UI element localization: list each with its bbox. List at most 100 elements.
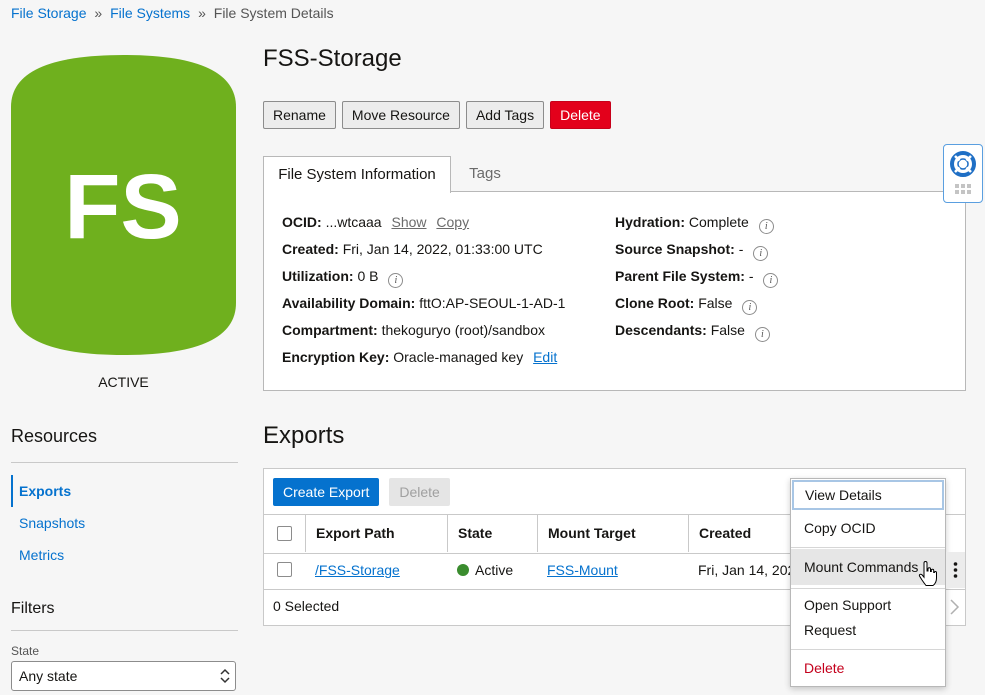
move-resource-button[interactable]: Move Resource <box>341 101 460 129</box>
parent-file-system-label: Parent File System: <box>615 268 745 284</box>
ocid-show-link[interactable]: Show <box>391 214 426 230</box>
resources-item-snapshots[interactable]: Snapshots <box>11 507 238 539</box>
created-value: Fri, Jan 14, 2022, 01:33:00 UTC <box>342 241 543 257</box>
active-status-icon <box>457 564 469 576</box>
column-mount-target[interactable]: Mount Target <box>537 515 688 552</box>
encryption-key-value: Oracle-managed key <box>393 349 524 365</box>
ocid-label: OCID: <box>282 214 322 230</box>
encryption-key-label: Encryption Key: <box>282 349 390 365</box>
ocid-copy-link[interactable]: Copy <box>436 214 469 230</box>
breadcrumb-file-storage[interactable]: File Storage <box>11 5 86 21</box>
compartment-label: Compartment: <box>282 322 378 338</box>
descendants-row: Descendants: False i <box>615 322 770 342</box>
descendants-value: False <box>710 322 745 338</box>
menu-view-details[interactable]: View Details <box>792 480 944 510</box>
info-icon[interactable]: i <box>753 246 769 261</box>
hydration-label: Hydration: <box>615 214 685 230</box>
state-filter-select[interactable]: Any state <box>11 661 236 691</box>
column-export-path[interactable]: Export Path <box>305 515 447 552</box>
breadcrumb-current: File System Details <box>213 5 334 21</box>
clone-root-row: Clone Root: False i <box>615 295 758 315</box>
breadcrumb: File Storage » File Systems » File Syste… <box>11 5 334 21</box>
resources-item-metrics[interactable]: Metrics <box>11 539 238 571</box>
tab-tags[interactable]: Tags <box>451 156 519 192</box>
selected-count: 0 Selected <box>273 598 340 614</box>
menu-separator <box>791 649 945 650</box>
compartment-row: Compartment: thekoguryo (root)/sandbox <box>282 322 545 338</box>
file-system-badge-icon: FS <box>11 55 236 355</box>
file-system-info-panel: OCID: ...wtcaaa Show Copy Created: Fri, … <box>263 191 966 391</box>
clone-root-value: False <box>698 295 733 311</box>
menu-open-support-request[interactable]: Open Support Request <box>791 593 945 643</box>
state-filter-label: State <box>11 644 40 658</box>
hydration-row: Hydration: Complete i <box>615 214 774 234</box>
state-cell: Active <box>447 552 513 588</box>
add-tags-button[interactable]: Add Tags <box>465 101 545 129</box>
info-icon[interactable]: i <box>754 327 770 342</box>
parent-file-system-row: Parent File System: - i <box>615 268 779 288</box>
ocid-row: OCID: ...wtcaaa Show Copy <box>282 214 469 230</box>
info-icon[interactable]: i <box>388 273 404 288</box>
compartment-value: thekoguryo (root)/sandbox <box>381 322 545 338</box>
column-state[interactable]: State <box>447 515 537 552</box>
badge-text: FS <box>64 156 182 258</box>
action-bar: Rename Move Resource Add Tags Delete <box>263 101 611 129</box>
descendants-label: Descendants: <box>615 322 707 338</box>
help-widget[interactable] <box>943 144 983 203</box>
info-icon[interactable]: i <box>742 300 758 315</box>
hand-cursor-icon <box>918 561 937 586</box>
utilization-label: Utilization: <box>282 268 354 284</box>
rename-button[interactable]: Rename <box>263 101 336 129</box>
menu-separator <box>791 588 945 589</box>
info-icon[interactable]: i <box>758 219 774 234</box>
clone-root-label: Clone Root: <box>615 295 695 311</box>
created-row: Created: Fri, Jan 14, 2022, 01:33:00 UTC <box>282 241 543 257</box>
resources-nav: Exports Snapshots Metrics <box>11 475 238 571</box>
menu-copy-ocid[interactable]: Copy OCID <box>791 513 945 543</box>
availability-domain-row: Availability Domain: fttO:AP-SEOUL-1-AD-… <box>282 295 565 311</box>
exports-heading: Exports <box>263 422 345 449</box>
resources-item-exports[interactable]: Exports <box>11 475 238 507</box>
divider <box>11 462 238 463</box>
resources-heading: Resources <box>11 426 98 446</box>
state-value: Active <box>475 562 514 578</box>
row-checkbox[interactable] <box>277 562 292 577</box>
row-actions-kebab[interactable] <box>946 552 965 588</box>
ocid-value: ...wtcaaa <box>325 214 382 230</box>
select-all-checkbox[interactable] <box>277 526 292 541</box>
menu-open-support-line2: Request <box>804 622 857 638</box>
info-icon[interactable]: i <box>763 273 779 288</box>
delete-export-button: Delete <box>389 478 450 506</box>
encryption-key-edit-link[interactable]: Edit <box>533 349 557 365</box>
breadcrumb-separator: » <box>94 5 103 21</box>
details-tabs: File System Information Tags <box>263 156 966 193</box>
lifecycle-status: ACTIVE <box>98 374 149 390</box>
export-path-cell: /FSS-Storage <box>305 552 400 588</box>
chevron-up-down-icon <box>220 668 230 684</box>
drag-handle-icon[interactable] <box>955 184 971 194</box>
lifebuoy-icon <box>950 151 976 194</box>
utilization-row: Utilization: 0 B i <box>282 268 404 288</box>
source-snapshot-value: - <box>738 241 744 257</box>
source-snapshot-label: Source Snapshot: <box>615 241 735 257</box>
menu-separator <box>791 547 945 548</box>
breadcrumb-file-systems[interactable]: File Systems <box>110 5 190 21</box>
breadcrumb-separator: » <box>198 5 206 21</box>
tab-file-system-information[interactable]: File System Information <box>263 156 451 193</box>
mount-target-link[interactable]: FSS-Mount <box>547 562 618 578</box>
chevron-right-icon[interactable] <box>948 598 960 616</box>
menu-delete[interactable]: Delete <box>791 653 945 683</box>
more-vertical-icon <box>953 562 958 578</box>
export-path-link[interactable]: /FSS-Storage <box>315 562 400 578</box>
delete-button[interactable]: Delete <box>550 101 611 129</box>
availability-domain-value: fttO:AP-SEOUL-1-AD-1 <box>419 295 566 311</box>
exports-toolbar: Create Export Delete <box>273 478 450 506</box>
create-export-button[interactable]: Create Export <box>273 478 380 506</box>
divider <box>11 630 238 631</box>
encryption-key-row: Encryption Key: Oracle-managed key Edit <box>282 349 557 365</box>
mount-target-cell: FSS-Mount <box>537 552 618 588</box>
menu-open-support-line1: Open Support <box>804 597 892 613</box>
created-cell: Fri, Jan 14, 2022 <box>698 562 804 578</box>
hydration-value: Complete <box>688 214 749 230</box>
utilization-value: 0 B <box>357 268 379 284</box>
